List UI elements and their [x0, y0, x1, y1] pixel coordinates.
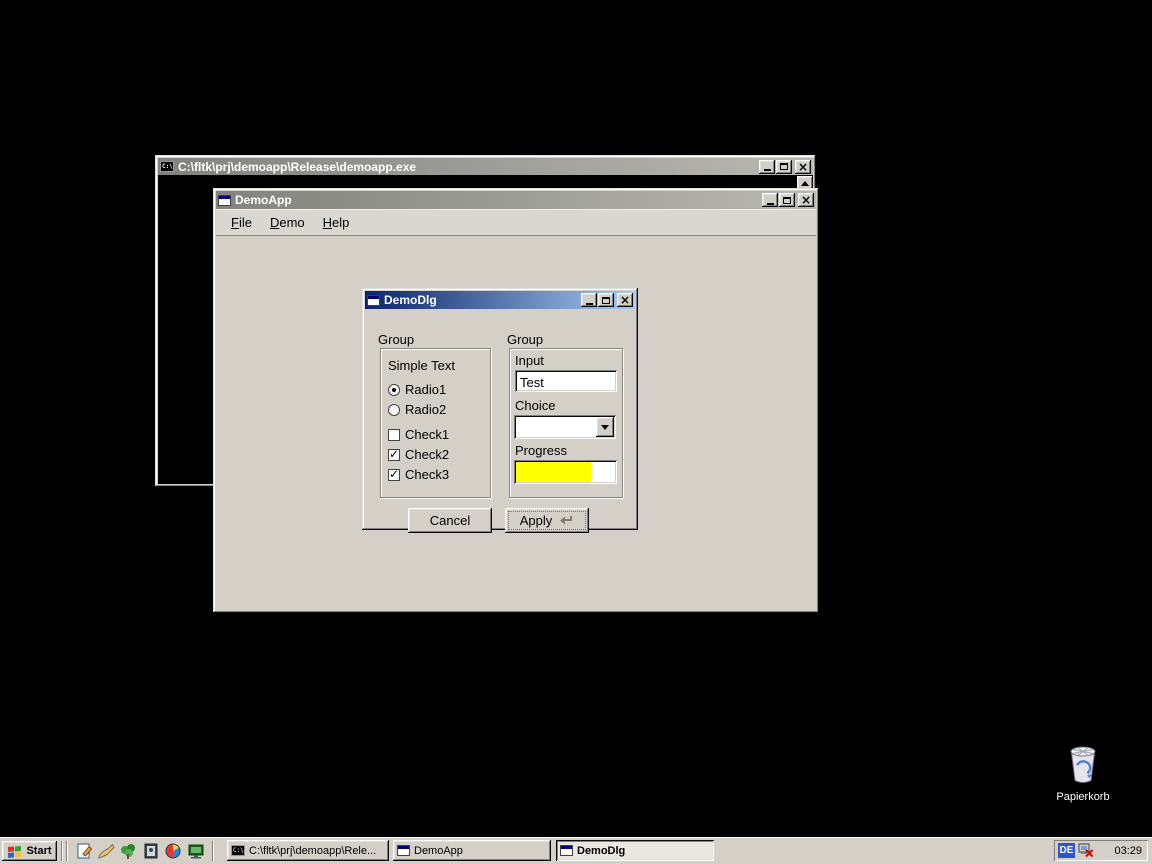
- console-icon: C:\: [160, 161, 174, 172]
- radio2-label: Radio2: [405, 402, 446, 417]
- quicklaunch-green-tree-icon[interactable]: [118, 841, 138, 861]
- check3-option[interactable]: Check3: [388, 467, 449, 482]
- quicklaunch-hand-writing-icon[interactable]: [96, 841, 116, 861]
- network-offline-icon[interactable]: [1078, 843, 1094, 858]
- menu-file[interactable]: File: [222, 212, 261, 233]
- menu-help[interactable]: Help: [314, 212, 359, 233]
- demodlg-content: Group Simple Text Radio1 Radio2 Check1: [365, 309, 635, 527]
- check3-control[interactable]: [388, 469, 400, 481]
- radio2-control[interactable]: [388, 404, 400, 416]
- close-icon: ×: [620, 295, 630, 305]
- demodlg-window: DemoDlg × Group Simple Text Radio1 Radio…: [362, 288, 638, 530]
- maximize-button[interactable]: [779, 193, 795, 207]
- check2-option[interactable]: Check2: [388, 447, 449, 462]
- arrow-up-icon: [801, 181, 809, 186]
- close-icon: ×: [801, 195, 811, 205]
- task-button-label: DemoApp: [414, 845, 463, 857]
- radio1-option[interactable]: Radio1: [388, 382, 446, 397]
- choice-dropdown-button[interactable]: [596, 417, 614, 437]
- minimize-button[interactable]: [581, 293, 597, 307]
- check1-label: Check1: [405, 427, 449, 442]
- close-icon: ×: [798, 162, 808, 172]
- quicklaunch-compose-page-icon[interactable]: [74, 841, 94, 861]
- progress-bar-fill: [516, 462, 591, 482]
- maximize-button[interactable]: [776, 160, 792, 174]
- maximize-icon: [783, 197, 791, 204]
- left-group-label: Group: [378, 332, 414, 347]
- check2-control[interactable]: [388, 449, 400, 461]
- task-button-label: DemoDlg: [577, 845, 625, 857]
- minimize-icon: [767, 203, 774, 205]
- check1-control[interactable]: [388, 429, 400, 441]
- maximize-icon: [780, 163, 788, 170]
- start-button[interactable]: Start: [2, 841, 57, 861]
- quicklaunch-monitor-globe-icon[interactable]: [186, 841, 206, 861]
- progress-label: Progress: [515, 443, 567, 458]
- maximize-icon: [602, 297, 610, 304]
- demoapp-titlebar[interactable]: DemoApp ×: [216, 191, 816, 209]
- progress-bar: [514, 460, 617, 484]
- task-button-demoapp[interactable]: DemoApp: [393, 840, 551, 861]
- right-groupbox: Input Choice Progress: [509, 348, 623, 498]
- taskbar-separator: [212, 841, 214, 861]
- quicklaunch-colored-ball-icon[interactable]: [163, 841, 183, 861]
- cancel-button-label: Cancel: [430, 513, 470, 528]
- apply-button-label: Apply: [520, 513, 553, 528]
- apply-button[interactable]: Apply: [505, 508, 589, 533]
- task-button-label: C:\fltk\prj\demoapp\Rele...: [249, 845, 376, 857]
- task-button-demodlg[interactable]: DemoDlg: [556, 840, 714, 861]
- close-button[interactable]: ×: [798, 193, 814, 207]
- minimize-icon: [764, 169, 771, 171]
- minimize-button[interactable]: [759, 160, 775, 174]
- radio2-option[interactable]: Radio2: [388, 402, 446, 417]
- choice-dropdown[interactable]: [514, 415, 616, 439]
- window-icon: [367, 295, 380, 306]
- check3-label: Check3: [405, 467, 449, 482]
- windows-logo-icon: [7, 844, 23, 858]
- radio1-label: Radio1: [405, 382, 446, 397]
- return-arrow-icon: [558, 515, 574, 526]
- taskbar: Start C:\ C:\fltk\prj\demoapp\Rele...: [0, 837, 1152, 864]
- task-button-console[interactable]: C:\ C:\fltk\prj\demoapp\Rele...: [227, 840, 389, 861]
- input-field[interactable]: [515, 370, 617, 392]
- demoapp-title: DemoApp: [235, 193, 761, 207]
- window-icon: [560, 845, 573, 856]
- start-button-label: Start: [26, 845, 51, 857]
- recycle-bin-label: Papierkorb: [1044, 791, 1122, 803]
- console-icon: C:\: [231, 845, 245, 856]
- recycle-bin-shortcut[interactable]: Papierkorb: [1044, 744, 1122, 803]
- menubar: File Demo Help: [216, 209, 816, 236]
- right-group-label: Group: [507, 332, 543, 347]
- simple-text-label: Simple Text: [388, 358, 455, 373]
- quicklaunch-address-book-icon[interactable]: [141, 841, 161, 861]
- system-tray: DE 03:29: [1054, 840, 1148, 861]
- recycle-bin-icon: [1065, 744, 1101, 786]
- console-title: C:\fltk\prj\demoapp\Release\demoapp.exe: [178, 160, 758, 174]
- console-titlebar[interactable]: C:\ C:\fltk\prj\demoapp\Release\demoapp.…: [158, 158, 813, 175]
- taskbar-clock: 03:29: [1114, 845, 1142, 857]
- taskbar-separator: [66, 841, 68, 861]
- close-button[interactable]: ×: [795, 160, 811, 174]
- cancel-button[interactable]: Cancel: [408, 508, 492, 533]
- radio1-control[interactable]: [388, 384, 400, 396]
- desktop: C:\ C:\fltk\prj\demoapp\Release\demoapp.…: [0, 0, 1152, 864]
- minimize-button[interactable]: [762, 193, 778, 207]
- maximize-button[interactable]: [598, 293, 614, 307]
- demodlg-title: DemoDlg: [384, 293, 580, 307]
- window-icon: [218, 195, 231, 206]
- taskbar-grip[interactable]: [61, 841, 63, 861]
- language-indicator[interactable]: DE: [1058, 843, 1075, 858]
- left-groupbox: Simple Text Radio1 Radio2 Check1 Check2: [380, 348, 491, 498]
- check2-label: Check2: [405, 447, 449, 462]
- minimize-icon: [586, 303, 593, 305]
- demodlg-titlebar[interactable]: DemoDlg ×: [365, 291, 635, 309]
- menu-demo[interactable]: Demo: [261, 212, 314, 233]
- close-button[interactable]: ×: [617, 293, 633, 307]
- choice-label: Choice: [515, 398, 555, 413]
- window-icon: [397, 845, 410, 856]
- check1-option[interactable]: Check1: [388, 427, 449, 442]
- chevron-down-icon: [601, 425, 609, 430]
- input-label: Input: [515, 353, 544, 368]
